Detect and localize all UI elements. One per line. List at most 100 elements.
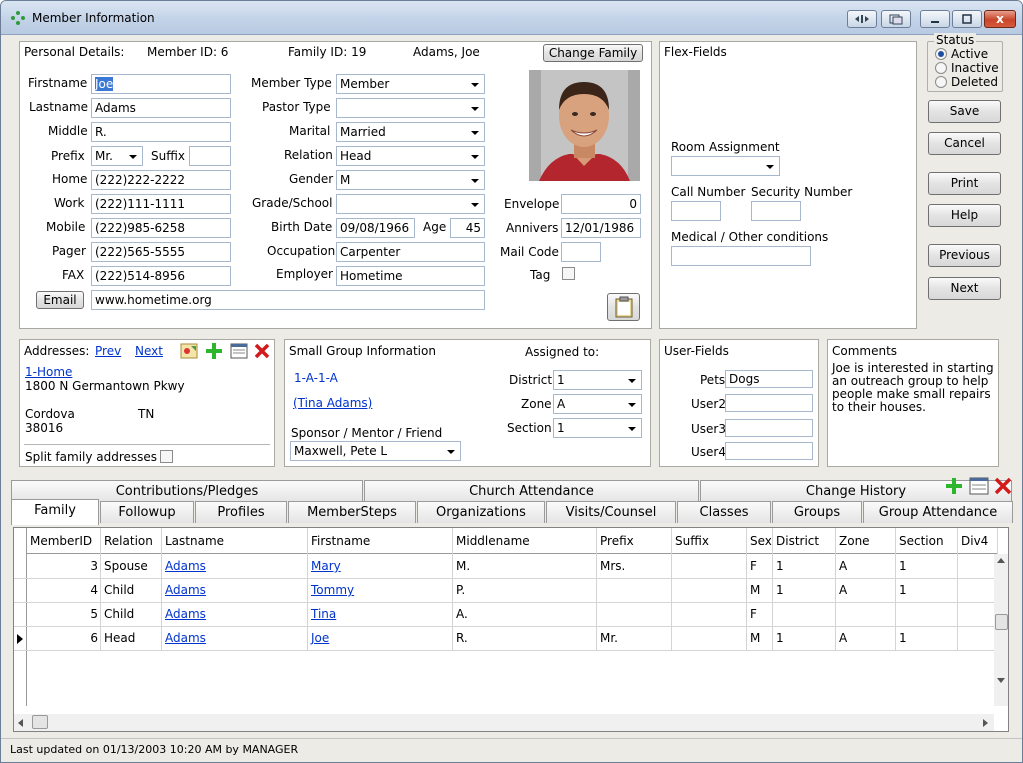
column-header-prefix[interactable]: Prefix	[597, 528, 672, 554]
user3-input[interactable]	[725, 419, 813, 437]
pets-input[interactable]: Dogs	[725, 370, 813, 388]
column-header-div4[interactable]: Div4	[958, 528, 998, 554]
lastname-input[interactable]: Adams	[91, 98, 231, 118]
mobile-phone-input[interactable]: (222)985-6258	[91, 218, 231, 238]
edit-family-member-icon[interactable]	[969, 477, 989, 495]
delete-address-icon[interactable]	[254, 343, 270, 359]
envelope-input[interactable]: 0	[561, 194, 641, 214]
delete-family-member-icon[interactable]	[994, 477, 1012, 495]
edit-address-icon[interactable]	[230, 343, 248, 359]
title-bar[interactable]: Member Information x	[1, 1, 1022, 35]
save-button[interactable]: Save	[928, 100, 1001, 123]
cell-lastname[interactable]: Adams	[162, 603, 308, 626]
small-group-leader-link[interactable]: (Tina Adams)	[293, 396, 372, 410]
cell-firstname[interactable]: Joe	[308, 627, 453, 650]
vertical-scrollbar[interactable]	[994, 554, 1008, 706]
status-deleted-radio[interactable]	[935, 76, 947, 88]
copy-window-button[interactable]	[881, 10, 911, 28]
zone-select[interactable]: A	[553, 394, 642, 414]
relation-select[interactable]: Head	[336, 146, 485, 166]
tab-classes[interactable]: Classes	[677, 501, 771, 523]
work-phone-input[interactable]: (222)111-1111	[91, 194, 231, 214]
birth-date-input[interactable]: 09/08/1966	[336, 218, 415, 238]
section-select[interactable]: 1	[553, 418, 642, 438]
gender-select[interactable]: M	[336, 170, 485, 190]
cell-firstname[interactable]: Tommy	[308, 579, 453, 602]
grade-school-select[interactable]	[336, 194, 485, 214]
vertical-scroll-thumb[interactable]	[995, 614, 1008, 630]
cell-lastname[interactable]: Adams	[162, 555, 308, 578]
middle-input[interactable]: R.	[91, 122, 231, 142]
member-photo[interactable]	[529, 70, 640, 181]
medical-input[interactable]	[671, 246, 811, 266]
column-header-firstname[interactable]: Firstname	[308, 528, 453, 554]
print-button[interactable]: Print	[928, 172, 1001, 195]
mail-code-input[interactable]	[561, 242, 601, 262]
tab-groups[interactable]: Groups	[772, 501, 862, 523]
next-button[interactable]: Next	[928, 277, 1001, 300]
previous-button[interactable]: Previous	[928, 244, 1001, 267]
cell-firstname[interactable]: Mary	[308, 555, 453, 578]
small-group-code[interactable]: 1-A-1-A	[294, 371, 338, 385]
suffix-input[interactable]	[189, 146, 231, 166]
security-number-input[interactable]	[751, 201, 801, 221]
pager-input[interactable]: (222)565-5555	[91, 242, 231, 262]
comments-text[interactable]: Joe is interested in starting an outreac…	[832, 362, 996, 414]
scroll-down-icon[interactable]	[997, 678, 1005, 683]
status-inactive-radio[interactable]	[935, 62, 947, 74]
address-prev-link[interactable]: Prev	[95, 344, 121, 358]
column-header-zone[interactable]: Zone	[836, 528, 896, 554]
column-header-section[interactable]: Section	[896, 528, 958, 554]
status-active-radio[interactable]	[935, 48, 947, 60]
tab-group-attendance[interactable]: Group Attendance	[863, 501, 1013, 523]
close-button[interactable]: x	[984, 10, 1016, 28]
column-header-memberid[interactable]: MemberID	[27, 528, 101, 554]
tag-checkbox[interactable]	[562, 267, 575, 280]
address-next-link[interactable]: Next	[135, 344, 163, 358]
column-header-middlename[interactable]: Middlename	[453, 528, 597, 554]
minimize-button[interactable]	[920, 10, 950, 28]
tab-followup[interactable]: Followup	[100, 501, 194, 523]
user2-input[interactable]	[725, 394, 813, 412]
room-assignment-select[interactable]	[671, 156, 780, 176]
tab-change-history[interactable]: Change History	[700, 480, 1012, 502]
anniversary-input[interactable]: 12/01/1986	[561, 218, 641, 238]
help-button[interactable]: Help	[928, 204, 1001, 227]
tab-family[interactable]: Family	[11, 499, 99, 525]
pastor-type-select[interactable]	[336, 98, 485, 118]
horizontal-scrollbar[interactable]	[14, 714, 994, 731]
cancel-button[interactable]: Cancel	[928, 132, 1001, 155]
tab-church-attendance[interactable]: Church Attendance	[364, 480, 699, 502]
tab-visits-counsel[interactable]: Visits/Counsel	[546, 501, 676, 523]
column-header-lastname[interactable]: Lastname	[162, 528, 308, 554]
firstname-input[interactable]: Joe	[91, 74, 231, 94]
split-family-checkbox[interactable]	[160, 450, 173, 463]
horizontal-scroll-thumb[interactable]	[32, 715, 48, 729]
tab-membersteps[interactable]: MemberSteps	[288, 501, 416, 523]
clipboard-button[interactable]	[607, 293, 640, 321]
fax-input[interactable]: (222)514-8956	[91, 266, 231, 286]
map-icon[interactable]	[180, 342, 198, 360]
occupation-input[interactable]: Carpenter	[336, 242, 485, 262]
column-header-relation[interactable]: Relation	[101, 528, 162, 554]
tab-organizations[interactable]: Organizations	[417, 501, 545, 523]
add-family-member-icon[interactable]	[944, 476, 964, 496]
district-select[interactable]: 1	[553, 370, 642, 390]
employer-input[interactable]: Hometime	[336, 266, 485, 286]
cell-lastname[interactable]: Adams	[162, 627, 308, 650]
scroll-right-icon[interactable]	[983, 719, 988, 727]
tab-profiles[interactable]: Profiles	[195, 501, 287, 523]
home-phone-input[interactable]: (222)222-2222	[91, 170, 231, 190]
sponsor-select[interactable]: Maxwell, Pete L	[290, 441, 461, 461]
marital-select[interactable]: Married	[336, 122, 485, 142]
column-header-suffix[interactable]: Suffix	[672, 528, 747, 554]
column-header-district[interactable]: District	[773, 528, 836, 554]
member-type-select[interactable]: Member	[336, 74, 485, 94]
age-input[interactable]: 45	[450, 218, 485, 238]
user4-input[interactable]	[725, 442, 813, 460]
change-family-button[interactable]: Change Family	[543, 44, 643, 62]
cell-firstname[interactable]: Tina	[308, 603, 453, 626]
scroll-up-icon[interactable]	[997, 558, 1005, 563]
prefix-select[interactable]: Mr.	[91, 146, 143, 166]
restore-layout-button[interactable]	[847, 10, 877, 28]
